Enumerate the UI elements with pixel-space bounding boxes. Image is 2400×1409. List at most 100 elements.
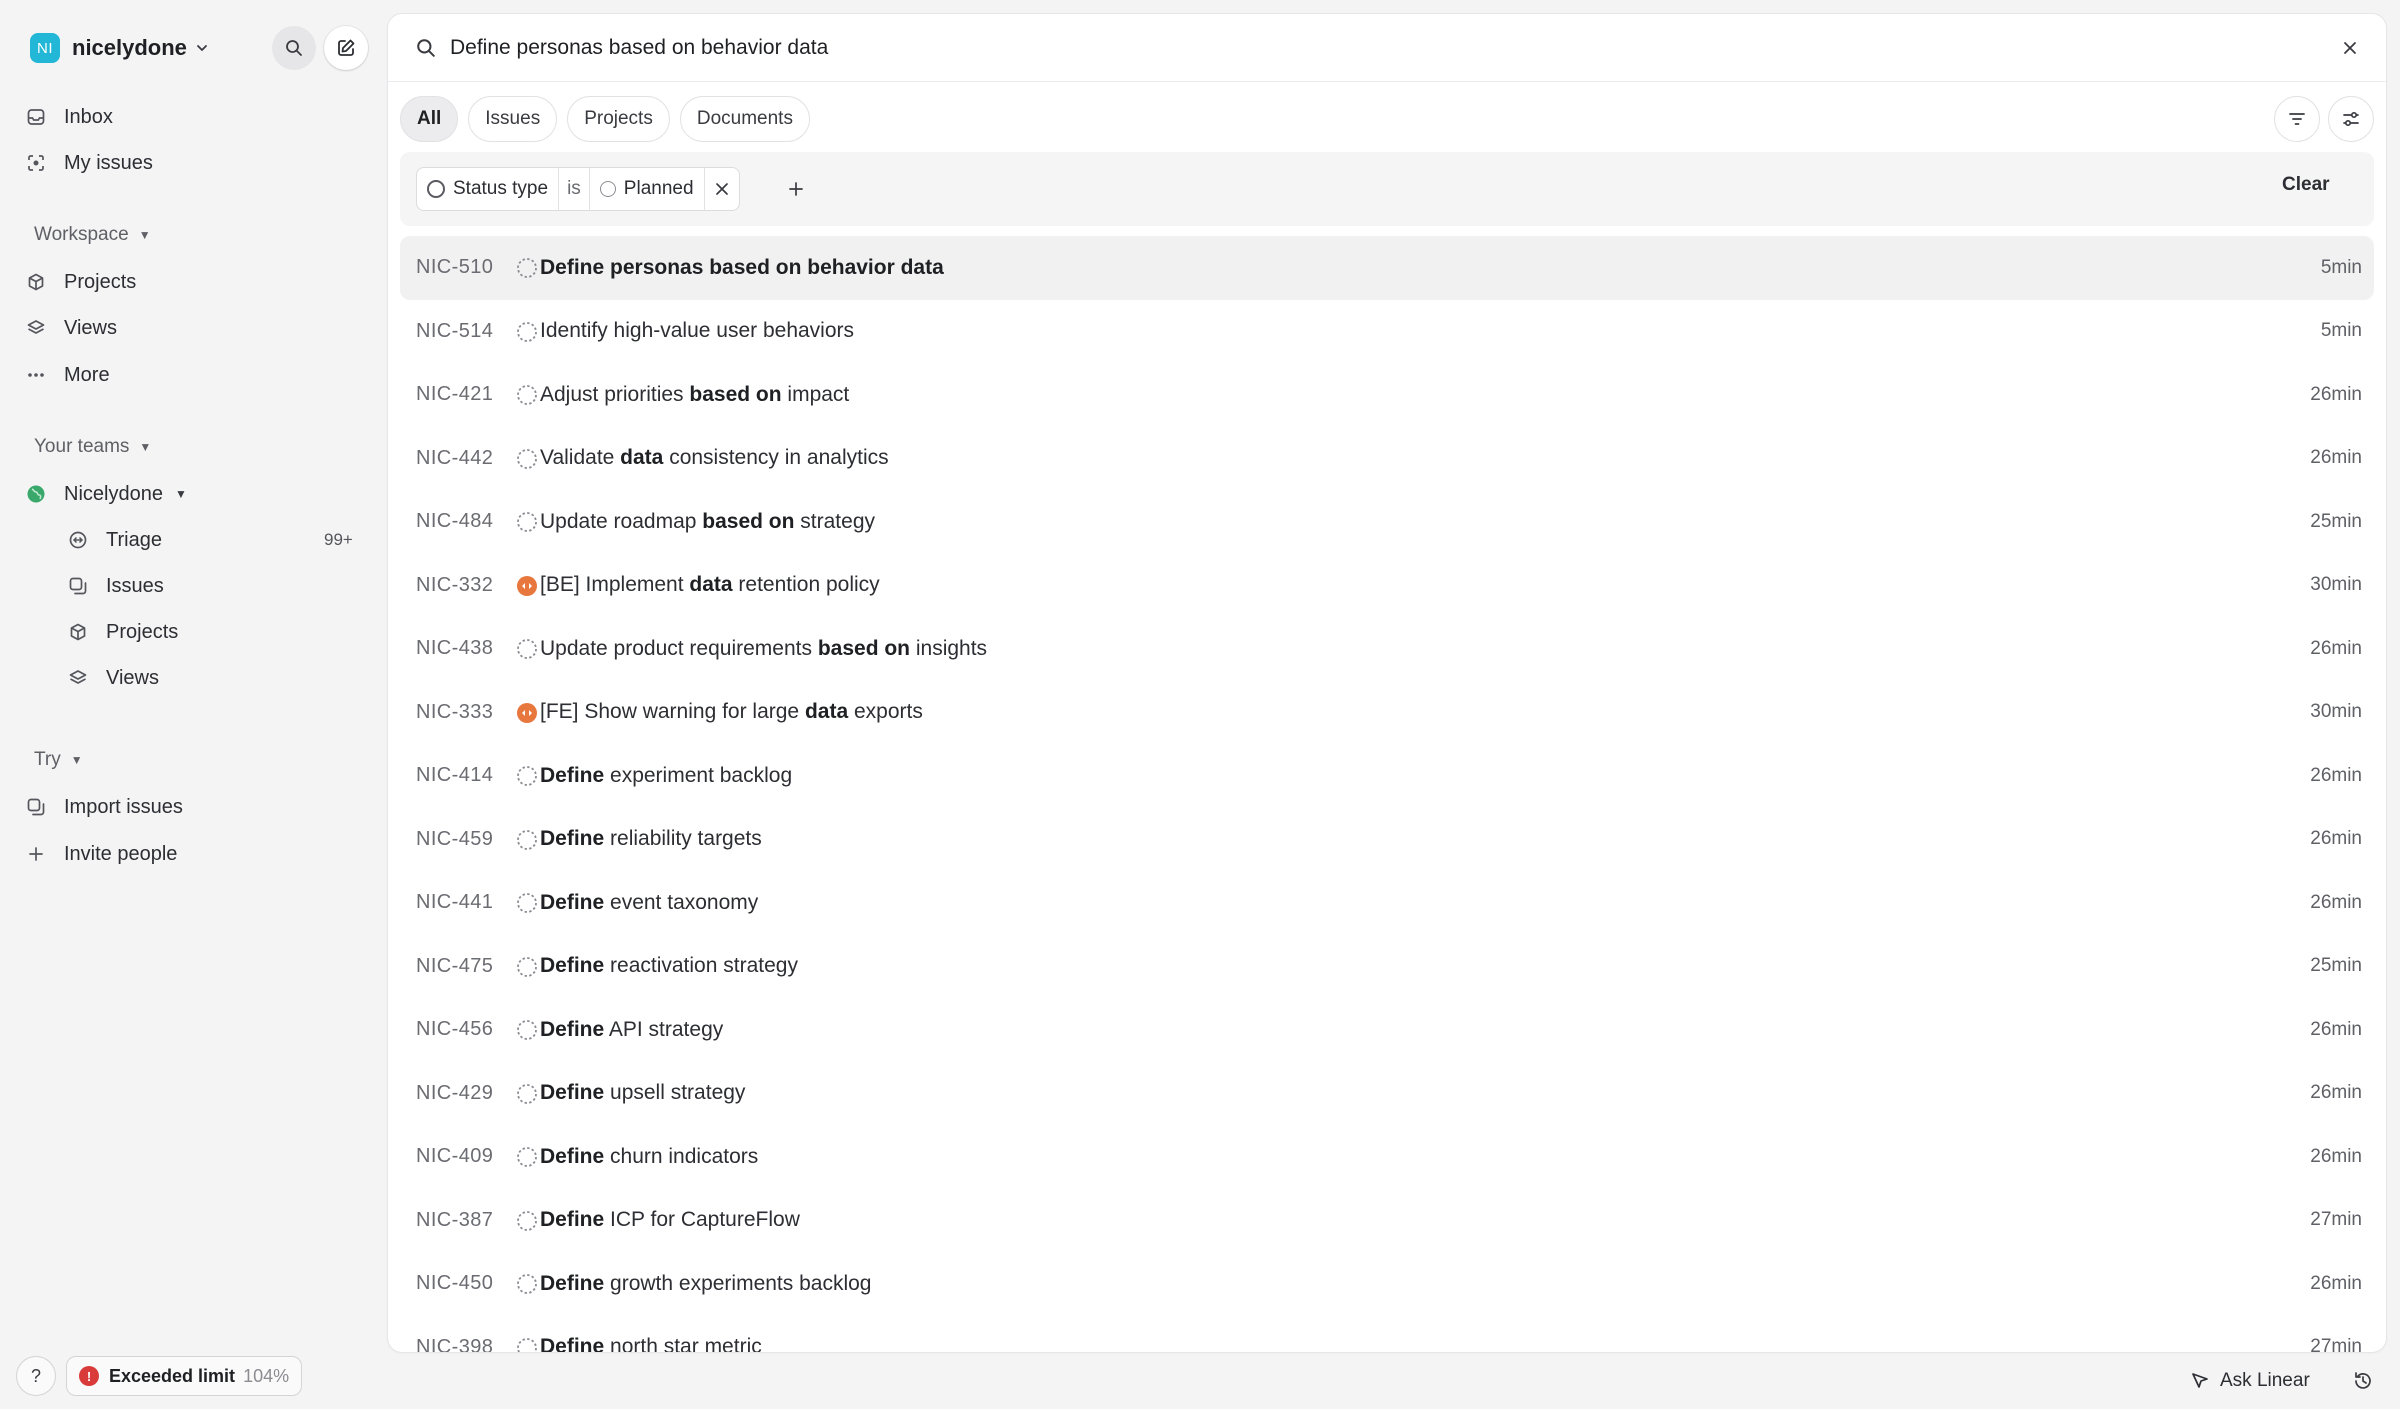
sidebar-item-invite-people[interactable]: Invite people bbox=[24, 834, 177, 874]
issue-row[interactable]: NIC-332 [BE] Implement data retention pol… bbox=[400, 554, 2374, 618]
issue-id: NIC-438 bbox=[416, 637, 494, 660]
title-text: API strategy bbox=[604, 1017, 724, 1041]
workspace-switcher[interactable]: NI nicelydone bbox=[30, 30, 209, 66]
issue-time: 5min bbox=[2320, 256, 2362, 278]
history-button[interactable] bbox=[2350, 1368, 2376, 1394]
title-text: north star metric bbox=[604, 1335, 762, 1352]
sidebar-item-triage[interactable]: Triage bbox=[66, 520, 162, 560]
issue-title: Define north star metric bbox=[540, 1335, 762, 1352]
team-globe-icon bbox=[24, 482, 48, 506]
title-match-highlight: data bbox=[620, 446, 664, 470]
issue-id: NIC-429 bbox=[416, 1081, 494, 1104]
exceeded-limit-badge[interactable]: ! Exceeded limit 104% bbox=[66, 1356, 303, 1396]
sidebar-item-label: Invite people bbox=[64, 842, 178, 865]
tab-issues[interactable]: Issues bbox=[468, 96, 558, 142]
sidebar-item-team-issues[interactable]: Issues bbox=[66, 566, 164, 606]
tab-documents[interactable]: Documents bbox=[679, 96, 810, 142]
issue-time: 26min bbox=[2310, 828, 2362, 850]
title-text: Update roadmap bbox=[540, 509, 703, 533]
title-match-highlight: data bbox=[804, 700, 849, 724]
search-input[interactable] bbox=[450, 28, 2250, 68]
ask-linear-button[interactable]: Ask Linear bbox=[2190, 1366, 2310, 1396]
issue-row[interactable]: NIC-514 Identify high-value user behavior… bbox=[400, 300, 2374, 364]
title-text: insights bbox=[910, 636, 988, 660]
issue-row[interactable]: NIC-421 Adjust priorities based on impact… bbox=[400, 363, 2374, 427]
issue-row[interactable]: NIC-450 Define growth experiments backlog… bbox=[400, 1252, 2374, 1316]
issue-row[interactable]: NIC-459 Define reliability targets 26min bbox=[400, 808, 2374, 872]
issue-time: 26min bbox=[2310, 1272, 2362, 1294]
close-icon[interactable] bbox=[2338, 36, 2362, 60]
issue-id: NIC-421 bbox=[416, 383, 494, 406]
sidebar-item-label: My issues bbox=[64, 151, 153, 174]
filter-button[interactable] bbox=[2274, 96, 2320, 142]
issue-row[interactable]: NIC-409 Define churn indicators 26min bbox=[400, 1125, 2374, 1189]
sidebar-item-import-issues[interactable]: Import issues bbox=[24, 787, 183, 827]
sidebar-item-team-projects[interactable]: Projects bbox=[66, 612, 178, 652]
remove-filter-button[interactable] bbox=[705, 168, 739, 210]
planned-status-icon bbox=[517, 956, 537, 977]
title-text: reliability targets bbox=[604, 827, 762, 851]
title-match-highlight: based on bbox=[702, 509, 795, 533]
display-options-button[interactable] bbox=[2328, 96, 2374, 142]
sidebar-team-nicelydone[interactable]: Nicelydone ▼ bbox=[24, 474, 187, 514]
sidebar-item-more[interactable]: More bbox=[24, 355, 110, 395]
issue-row[interactable]: NIC-333 [FE] Show warning for large data … bbox=[400, 681, 2374, 745]
issue-row[interactable]: NIC-456 Define API strategy 26min bbox=[400, 998, 2374, 1062]
filter-operator[interactable]: is bbox=[559, 168, 590, 210]
sidebar-item-label: Projects bbox=[64, 270, 137, 293]
issue-time: 26min bbox=[2310, 383, 2362, 405]
help-button[interactable]: ? bbox=[16, 1356, 56, 1396]
issue-id: NIC-387 bbox=[416, 1208, 494, 1231]
sidebar-item-team-views[interactable]: Views bbox=[66, 658, 159, 698]
title-text: retention policy bbox=[732, 573, 880, 597]
clear-filters-button[interactable]: Clear bbox=[2282, 174, 2330, 196]
tab-all[interactable]: All bbox=[400, 96, 459, 142]
title-match-highlight: based on bbox=[817, 636, 911, 660]
sidebar-item-views[interactable]: Views bbox=[24, 308, 117, 348]
try-section-toggle[interactable]: Try ▼ bbox=[34, 745, 83, 775]
issue-id: NIC-333 bbox=[416, 700, 494, 723]
issue-row[interactable]: NIC-414 Define experiment backlog 26min bbox=[400, 744, 2374, 808]
add-filter-button[interactable] bbox=[782, 175, 810, 203]
issue-id: NIC-510 bbox=[416, 256, 494, 279]
sidebar-item-inbox[interactable]: Inbox bbox=[24, 97, 113, 137]
issue-time: 27min bbox=[2310, 1336, 2362, 1352]
issue-title: [BE] Implement data retention policy bbox=[540, 573, 880, 597]
issue-row[interactable]: NIC-438 Update product requirements based… bbox=[400, 617, 2374, 681]
issue-row[interactable]: NIC-475 Define reactivation strategy 25min bbox=[400, 935, 2374, 999]
import-icon bbox=[24, 795, 48, 819]
title-match-highlight: Define personas based on behavior data bbox=[540, 255, 944, 279]
section-label: Workspace bbox=[34, 224, 129, 245]
planned-status-icon bbox=[517, 512, 537, 532]
in-review-status-icon bbox=[517, 575, 537, 596]
filter-value[interactable]: Planned bbox=[590, 168, 705, 210]
issue-id: NIC-456 bbox=[416, 1018, 494, 1041]
new-issue-button[interactable] bbox=[324, 26, 368, 70]
issue-title: Adjust priorities based on impact bbox=[540, 383, 849, 407]
sidebar-search-button[interactable] bbox=[272, 26, 316, 70]
planned-status-icon bbox=[517, 1147, 537, 1167]
filter-field[interactable]: Status type bbox=[417, 168, 560, 210]
issue-id: NIC-514 bbox=[416, 319, 494, 342]
issue-row[interactable]: NIC-441 Define event taxonomy 26min bbox=[400, 871, 2374, 935]
teams-section-toggle[interactable]: Your teams ▼ bbox=[34, 432, 151, 462]
issue-row[interactable]: NIC-484 Update roadmap based on strategy 2… bbox=[400, 490, 2374, 554]
issue-row[interactable]: NIC-398 Define north star metric 27min bbox=[400, 1316, 2374, 1352]
workspace-section-toggle[interactable]: Workspace ▼ bbox=[34, 220, 151, 250]
search-icon bbox=[286, 40, 302, 56]
caret-down-icon: ▼ bbox=[174, 487, 187, 501]
sidebar-item-my-issues[interactable]: My issues bbox=[24, 143, 153, 183]
section-label: Try bbox=[34, 749, 61, 770]
issue-row[interactable]: NIC-510 Define personas based on behavior… bbox=[400, 236, 2374, 300]
issue-row[interactable]: NIC-387 Define ICP for CaptureFlow 27min bbox=[400, 1189, 2374, 1253]
sidebar-item-label: More bbox=[64, 363, 110, 386]
tab-projects[interactable]: Projects bbox=[567, 96, 670, 142]
title-text: exports bbox=[848, 700, 923, 724]
issue-id: NIC-414 bbox=[416, 764, 494, 787]
caret-down-icon: ▼ bbox=[138, 228, 151, 242]
sidebar-item-projects[interactable]: Projects bbox=[24, 262, 136, 302]
issue-row[interactable]: NIC-442 Validate data consistency in anal… bbox=[400, 427, 2374, 491]
alert-icon: ! bbox=[79, 1366, 99, 1386]
issue-row[interactable]: NIC-429 Define upsell strategy 26min bbox=[400, 1062, 2374, 1126]
issue-time: 25min bbox=[2310, 510, 2362, 532]
